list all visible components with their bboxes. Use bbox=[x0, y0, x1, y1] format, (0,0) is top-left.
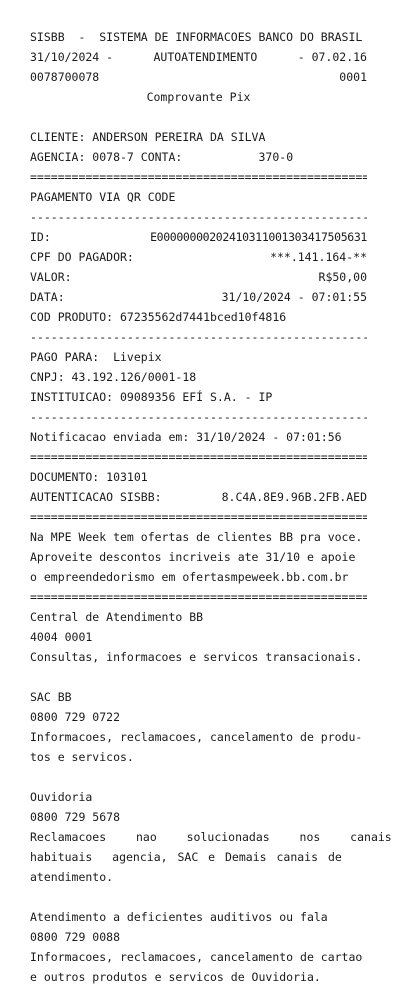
notification-sent: Notificacao enviada em: 31/10/2024 - 07:… bbox=[30, 430, 342, 444]
separator-double: ========================================… bbox=[30, 590, 367, 604]
header-terminal: 0078700078 bbox=[30, 70, 100, 84]
ouvidoria-desc-line: Reclamacoes nao solucionadas nos canais bbox=[30, 830, 392, 844]
date-value: 31/10/2024 - 07:01:55 bbox=[221, 290, 367, 304]
id-row: ID: E00000000202410311001303417505631 bbox=[30, 227, 367, 247]
client-name: CLIENTE: ANDERSON PEREIRA DA SILVA bbox=[30, 130, 266, 144]
header-date-row: 31/10/2024 - AUTOATENDIMENTO - 07.02.16 bbox=[30, 47, 367, 67]
sac-desc: tos e servicos. bbox=[30, 750, 134, 764]
ouvidoria-desc-line: habituais agencia, SAC e Demais canais d… bbox=[30, 850, 342, 864]
ouvidoria-desc: Reclamacoes nao solucionadas nos canais bbox=[30, 827, 392, 847]
deaf-phone: 0800 729 0088 bbox=[30, 930, 121, 944]
system-header: SISBB - SISTEMA DE INFORMACOES BANCO DO … bbox=[30, 30, 363, 44]
header-date: 31/10/2024 - bbox=[30, 50, 114, 64]
central-title: Central de Atendimento BB bbox=[30, 610, 204, 624]
auth-label: AUTENTICACAO SISBB: bbox=[30, 490, 162, 504]
separator-double: ========================================… bbox=[30, 170, 367, 184]
ouvidoria-phone: 0800 729 5678 bbox=[30, 810, 121, 824]
document-number: DOCUMENTO: 103101 bbox=[30, 470, 148, 484]
header-terminal-row: 0078700078 0001 bbox=[30, 67, 367, 87]
cpf-row: CPF DO PAGADOR: ***.141.164-** bbox=[30, 247, 367, 267]
product-code: COD PRODUTO: 67235562d7441bced10f4816 bbox=[30, 310, 287, 324]
deaf-title: Atendimento a deficientes auditivos ou f… bbox=[30, 910, 328, 924]
cpf-value: ***.141.164-** bbox=[270, 250, 367, 264]
agency-row: AGENCIA: 0078-7 CONTA: 370-0 bbox=[30, 147, 367, 167]
separator-single: ----------------------------------------… bbox=[30, 210, 367, 224]
promo-line: Aproveite descontos incriveis ate 31/10 … bbox=[30, 550, 356, 564]
id-label: ID: bbox=[30, 230, 51, 244]
header-service: AUTOATENDIMENTO bbox=[153, 50, 258, 64]
separator-single: ----------------------------------------… bbox=[30, 330, 367, 344]
value-label: VALOR: bbox=[30, 270, 72, 284]
receipt-title: Comprovante Pix bbox=[146, 90, 251, 104]
value-row: VALOR: R$50,00 bbox=[30, 267, 367, 287]
deaf-desc: e outros produtos e servicos de Ouvidori… bbox=[30, 970, 321, 984]
date-row: DATA: 31/10/2024 - 07:01:55 bbox=[30, 287, 367, 307]
value-amount: R$50,00 bbox=[318, 270, 367, 284]
header-seq: 0001 bbox=[339, 70, 367, 84]
deaf-desc: Informacoes, reclamacoes, cancelamento d… bbox=[30, 950, 363, 964]
central-desc: Consultas, informacoes e servicos transa… bbox=[30, 650, 363, 664]
date-label: DATA: bbox=[30, 290, 65, 304]
cpf-label: CPF DO PAGADOR: bbox=[30, 250, 134, 264]
ouvidoria-desc-line: atendimento. bbox=[30, 870, 114, 884]
pix-receipt: SISBB - SISTEMA DE INFORMACOES BANCO DO … bbox=[30, 27, 392, 987]
account-number: 370-0 bbox=[258, 150, 294, 164]
agency-label: AGENCIA: 0078-7 CONTA: bbox=[30, 150, 183, 164]
sac-desc: Informacoes, reclamacoes, cancelamento d… bbox=[30, 730, 363, 744]
separator-double: ========================================… bbox=[30, 510, 367, 524]
central-phone: 4004 0001 bbox=[30, 630, 93, 644]
paid-to: PAGO PARA: Livepix bbox=[30, 350, 162, 364]
payee-institution: INSTITUICAO: 09089356 EFÍ S.A. - IP bbox=[30, 390, 273, 404]
promo-link-line: o empreendedorismo em ofertasmpeweek.bb.… bbox=[30, 570, 349, 584]
ouvidoria-title: Ouvidoria bbox=[30, 790, 93, 804]
payment-type: PAGAMENTO VIA QR CODE bbox=[30, 190, 176, 204]
separator-double: ========================================… bbox=[30, 450, 367, 464]
sac-title: SAC BB bbox=[30, 690, 72, 704]
payee-cnpj: CNPJ: 43.192.126/0001-18 bbox=[30, 370, 197, 384]
promo-line: Na MPE Week tem ofertas de clientes BB p… bbox=[30, 530, 363, 544]
auth-row: AUTENTICACAO SISBB: 8.C4A.8E9.96B.2FB.AE… bbox=[30, 487, 367, 507]
separator-single: ----------------------------------------… bbox=[30, 410, 367, 424]
sac-phone: 0800 729 0722 bbox=[30, 710, 121, 724]
header-code: - 07.02.16 bbox=[297, 50, 367, 64]
auth-value: 8.C4A.8E9.96B.2FB.AED bbox=[221, 490, 367, 504]
ouvidoria-desc: habituais agencia, SAC e Demais canais d… bbox=[30, 847, 367, 867]
id-value: E00000000202410311001303417505631 bbox=[150, 230, 367, 244]
